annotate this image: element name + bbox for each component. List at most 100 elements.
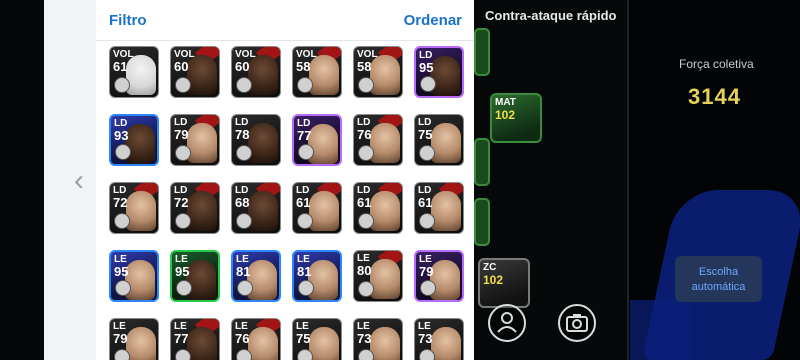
player-card[interactable]: LD 68	[231, 182, 281, 234]
player-card[interactable]: LD 78	[231, 114, 281, 166]
player-card[interactable]: LD 75	[414, 114, 464, 166]
player-card[interactable]: LD 79	[170, 114, 220, 166]
player-portrait	[248, 327, 278, 360]
club-badge-icon	[236, 349, 252, 360]
player-portrait	[430, 56, 460, 96]
player-portrait	[309, 191, 339, 231]
player-rating: 61	[113, 59, 128, 74]
filter-button[interactable]: Filtro	[109, 12, 147, 29]
player-card[interactable]: LD 95	[414, 46, 464, 98]
player-portrait	[248, 191, 278, 231]
field-card-mat[interactable]: MAT 102	[490, 93, 542, 143]
field-card-partial[interactable]	[474, 138, 490, 186]
player-portrait	[126, 191, 156, 231]
club-badge-icon	[358, 145, 374, 161]
club-badge-icon	[237, 280, 253, 296]
player-card[interactable]: LE 81	[292, 250, 342, 302]
club-badge-icon	[420, 76, 436, 92]
profile-button[interactable]	[488, 304, 526, 342]
auto-select-button[interactable]: Escolha automática	[675, 256, 762, 302]
player-card[interactable]: LE 95	[109, 250, 159, 302]
player-card[interactable]: LE 79	[414, 250, 464, 302]
player-card[interactable]: LE 95	[170, 250, 220, 302]
club-badge-icon	[115, 144, 131, 160]
player-portrait	[431, 327, 461, 360]
club-badge-icon	[420, 280, 436, 296]
player-card[interactable]: VOL 60	[231, 46, 281, 98]
player-portrait	[126, 327, 156, 360]
player-card[interactable]: LE 77	[170, 318, 220, 360]
field-card-zc[interactable]: ZC 102	[478, 258, 530, 308]
club-badge-icon	[358, 213, 374, 229]
player-rating: 81	[297, 264, 312, 279]
player-card[interactable]: LE 73	[353, 318, 403, 360]
player-card[interactable]: LE 80	[353, 250, 403, 302]
player-card[interactable]: LD 93	[109, 114, 159, 166]
player-rating: 75	[418, 127, 433, 142]
formation-title: Contra-ataque rápido	[485, 8, 617, 23]
player-card[interactable]: VOL 61	[109, 46, 159, 98]
player-card[interactable]: LE 73	[414, 318, 464, 360]
player-card[interactable]: LD 61	[353, 182, 403, 234]
club-badge-icon	[114, 213, 130, 229]
player-card[interactable]: LD 76	[353, 114, 403, 166]
club-badge-icon	[236, 77, 252, 93]
left-edge	[0, 0, 44, 360]
player-portrait	[126, 55, 156, 95]
club-badge-icon	[175, 77, 191, 93]
player-card[interactable]: VOL 60	[170, 46, 220, 98]
player-portrait	[370, 327, 400, 360]
field-card-rating: 102	[495, 108, 516, 122]
player-portrait	[309, 327, 339, 360]
team-strength-label: Força coletiva	[679, 57, 754, 71]
player-card[interactable]: LE 81	[231, 250, 281, 302]
field-card-rating: 102	[483, 273, 504, 287]
player-portrait	[431, 191, 461, 231]
player-card[interactable]: LE 79	[109, 318, 159, 360]
club-badge-icon	[175, 349, 191, 360]
field-card-partial[interactable]	[474, 28, 490, 76]
player-rating: 79	[174, 127, 189, 142]
player-rating: 60	[174, 59, 189, 74]
club-badge-icon	[297, 77, 313, 93]
team-strength-value: 3144	[688, 84, 741, 109]
club-badge-icon	[236, 145, 252, 161]
player-card[interactable]: LD 77	[292, 114, 342, 166]
player-portrait	[186, 260, 216, 300]
player-portrait	[308, 124, 338, 164]
player-portrait	[370, 191, 400, 231]
player-rating: 78	[235, 127, 250, 142]
field-card-partial[interactable]	[474, 198, 490, 246]
player-rating: 58	[296, 59, 311, 74]
player-card[interactable]: LD 61	[414, 182, 464, 234]
club-badge-icon	[115, 280, 131, 296]
player-card[interactable]: LD 61	[292, 182, 342, 234]
player-card[interactable]: LE 76	[231, 318, 281, 360]
player-rating: 80	[357, 263, 372, 278]
player-rating: 61	[357, 195, 372, 210]
player-portrait	[187, 327, 217, 360]
player-card[interactable]: VOL 58	[292, 46, 342, 98]
player-rating: 72	[113, 195, 128, 210]
club-badge-icon	[297, 213, 313, 229]
player-rating: 76	[235, 331, 250, 346]
player-card[interactable]: LD 72	[109, 182, 159, 234]
field-card-position: MAT	[495, 97, 516, 108]
player-portrait	[248, 123, 278, 163]
player-portrait	[370, 55, 400, 95]
player-card[interactable]: LD 72	[170, 182, 220, 234]
player-card[interactable]: LE 75	[292, 318, 342, 360]
player-portrait	[370, 259, 400, 299]
club-badge-icon	[358, 349, 374, 360]
order-button[interactable]: Ordenar	[404, 12, 462, 29]
club-badge-icon	[297, 349, 313, 360]
player-rating: 95	[114, 264, 129, 279]
player-card[interactable]: VOL 58	[353, 46, 403, 98]
club-badge-icon	[419, 213, 435, 229]
field-card-position: ZC	[483, 262, 497, 273]
left-panel	[44, 0, 96, 360]
screenshot-button[interactable]	[558, 304, 596, 342]
chevron-left-icon[interactable]: ‹	[74, 166, 84, 196]
club-badge-icon	[236, 213, 252, 229]
player-portrait	[187, 123, 217, 163]
